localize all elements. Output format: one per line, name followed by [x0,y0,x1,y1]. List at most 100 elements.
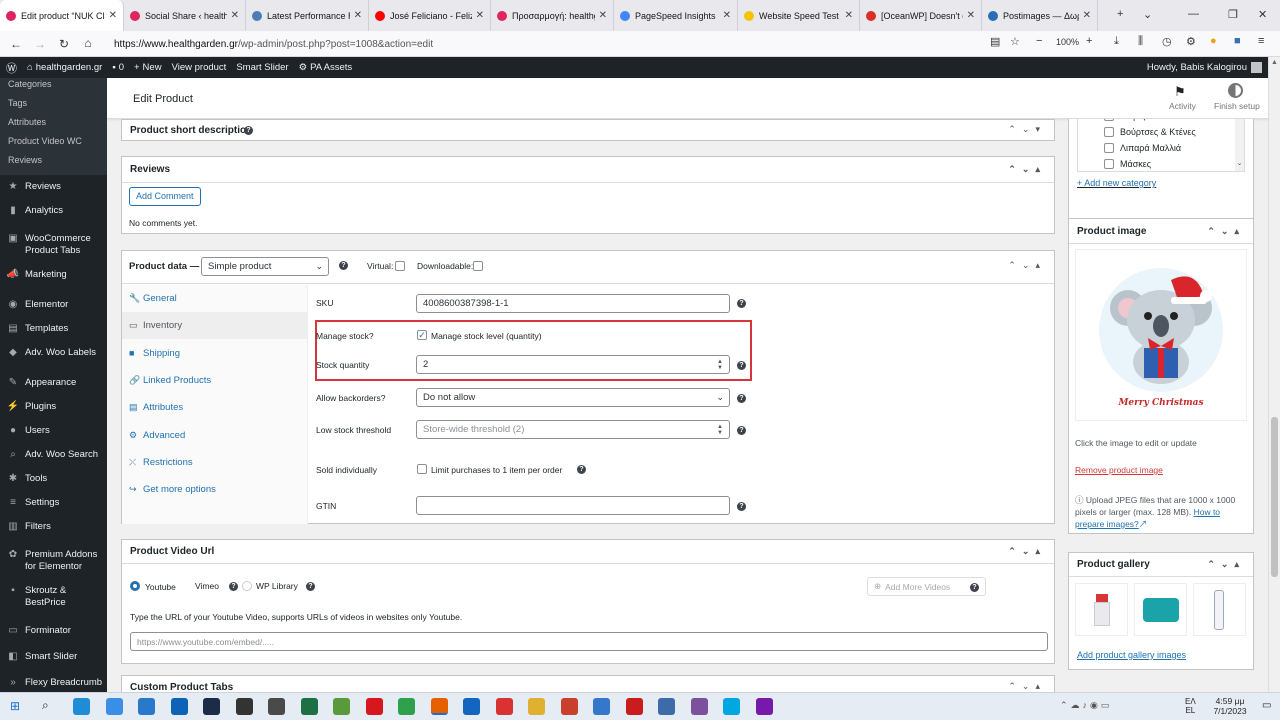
add-new-category-link[interactable]: + Add new category [1077,178,1156,188]
browser-tab[interactable]: Postimages — Δωρεάν ✕ [982,0,1098,31]
restore-icon[interactable]: ❐ [1228,8,1238,21]
dropper-icon[interactable] [105,698,123,715]
help-icon[interactable]: ? [577,465,586,474]
sidebar-item-woocommerce-product-tabs[interactable]: ▣ WooCommerce Product Tabs [0,227,107,263]
sidebar-item-elementor[interactable]: ◉ Elementor [0,293,107,317]
sidebar-item-adv-woo-labels[interactable]: ◆ Adv. Woo Labels [0,341,107,365]
search-icon[interactable]: ⌕ [42,698,49,713]
forward-icon[interactable]: → [28,37,52,51]
browser-tab[interactable]: Προσαρμογή: healthgar ✕ [491,0,614,31]
sidebar-item-templates[interactable]: ▤ Templates [0,317,107,341]
gallery-thumb[interactable] [1193,583,1246,636]
tab-restrictions[interactable]: ⤬ Restrictions [122,449,308,476]
reader-icon[interactable]: ▤ [990,35,1000,48]
sidebar-item-smart-slider[interactable]: ◧ Smart Slider [0,645,107,669]
system-tray-icons[interactable]: ⌃☁♪◉▭ [1060,700,1112,711]
sidebar-item-users[interactable]: ● Users [0,419,107,443]
help-icon[interactable]: ? [737,502,746,511]
sku-input[interactable]: 4008600387398-1-1 [416,294,730,313]
help-icon[interactable]: ? [737,299,746,308]
box-controls[interactable]: ⌃⌄▴ [1008,546,1046,557]
sold-individually-checkbox[interactable] [417,464,427,474]
box-controls[interactable]: ⌃⌄▴ [1207,559,1245,570]
comments-icon[interactable]: ▪ [112,62,115,73]
sidebar-item-filters[interactable]: ▥ Filters [0,515,107,539]
manage-stock-checkbox[interactable]: ✓ [417,330,427,340]
address-bar[interactable]: https://www.healthgarden.gr/wp-admin/pos… [106,35,986,53]
tab-get-more-options[interactable]: ↪ Get more options [122,476,308,503]
box-controls[interactable]: ⌃⌄▴ [1008,164,1046,175]
reviews-header[interactable]: Reviews ⌃⌄▴ [122,157,1054,183]
box-title[interactable]: Custom Product Tabs [130,682,233,692]
virtual-checkbox[interactable] [395,261,405,271]
spinner-icon[interactable]: ▲ ▼ [717,424,723,436]
code-icon[interactable] [170,698,188,715]
opera-icon[interactable] [365,698,383,715]
box-title[interactable]: Product short description [130,125,252,136]
avatar[interactable] [1251,62,1262,73]
scroll-thumb[interactable] [1271,417,1278,577]
add-comment-button[interactable]: Add Comment [129,187,201,206]
wordpress-logo-icon[interactable]: Ⓦ [6,60,17,76]
history-icon[interactable]: ◷ [1162,35,1172,48]
submenu-item[interactable]: Reviews [0,151,107,170]
browser-tab[interactable]: Social Share ‹ healthgar ✕ [124,0,246,31]
help-icon[interactable]: ? [970,583,979,592]
extension-icon[interactable]: ● [1210,35,1217,47]
category-item[interactable]: Μάσκες [1104,159,1151,169]
browser-tab[interactable]: Edit product “NUK Clas ✕ [0,0,124,31]
tab-general[interactable]: 🔧 General [122,285,308,312]
gallery-thumb[interactable] [1075,583,1128,636]
close-tab-icon[interactable]: ✕ [476,10,484,21]
product-gallery-header[interactable]: Product gallery ⌃⌄▴ [1069,553,1253,577]
sidebar-item-forminator[interactable]: ▭ Forminator [0,619,107,643]
submenu-item[interactable]: Attributes [0,113,107,132]
zoom-out-icon[interactable]: − [1036,35,1042,47]
video-url-input[interactable]: https://www.youtube.com/embed/..... [130,632,1048,651]
tab-shipping[interactable]: ■ Shipping [122,340,308,367]
video-header[interactable]: Product Video Url ⌃⌄▴ [122,540,1054,564]
acrobat-icon[interactable] [625,698,643,715]
product-image-header[interactable]: Product image ⌃⌄▴ [1069,219,1253,244]
box-controls[interactable]: ⌃⌄▾ [1008,124,1046,135]
wp-library-radio[interactable] [242,581,252,591]
zoom-level[interactable]: 100% [1056,37,1079,47]
menu-icon[interactable]: ≡ [1258,35,1264,47]
help-icon[interactable]: ? [737,394,746,403]
new-link[interactable]: New [143,62,162,73]
excel-icon[interactable] [300,698,318,715]
comments-count[interactable]: 0 [119,62,124,73]
submenu-item[interactable]: Categories [0,78,107,94]
remove-image-link[interactable]: Remove product image [1075,465,1163,475]
anydesk-icon[interactable] [495,698,513,715]
sidebar-item-tools[interactable]: ✱ Tools [0,467,107,491]
inkscape-icon[interactable] [235,698,253,715]
tab-attributes[interactable]: ▤ Attributes [122,394,308,421]
home-icon[interactable]: ⌂ [27,62,33,73]
gtin-input[interactable] [416,496,730,515]
minimize-icon[interactable]: — [1188,8,1199,20]
gallery-thumb[interactable] [1134,583,1187,636]
sidebar-item-skroutz-bestprice[interactable]: ▪ Skroutz & BestPrice [0,579,107,615]
extension-icon[interactable]: ■ [1234,35,1241,47]
notepad-icon[interactable] [333,698,350,715]
close-tab-icon[interactable]: ✕ [231,10,239,21]
skype-icon[interactable] [723,698,740,715]
tab-inventory[interactable]: ▭ Inventory [122,312,308,340]
browser-tab[interactable]: Latest Performance Rep ✕ [246,0,369,31]
library-icon[interactable]: ⫼ [1138,35,1143,48]
clock[interactable]: 4:59 μμ 7/1/2023 [1205,696,1255,716]
close-tab-icon[interactable]: ✕ [967,10,975,21]
tab-list-icon[interactable]: ⌄ [1143,8,1152,21]
windows-start-icon[interactable]: ⊞ [10,699,20,713]
product-image[interactable]: Merry Christmas [1075,249,1247,421]
pa-assets-link[interactable]: PA Assets [310,62,352,73]
category-scrollbar[interactable]: ⌄ [1235,119,1244,171]
help-icon[interactable]: ? [737,426,746,435]
close-window-icon[interactable]: ✕ [1258,8,1267,21]
finish-setup-link[interactable]: Finish setup [1214,101,1260,111]
smart-slider-link[interactable]: Smart Slider [236,62,288,73]
category-checkbox[interactable] [1104,127,1114,137]
chrome-icon[interactable] [398,698,415,715]
submenu-item[interactable]: Product Video WC [0,132,107,151]
